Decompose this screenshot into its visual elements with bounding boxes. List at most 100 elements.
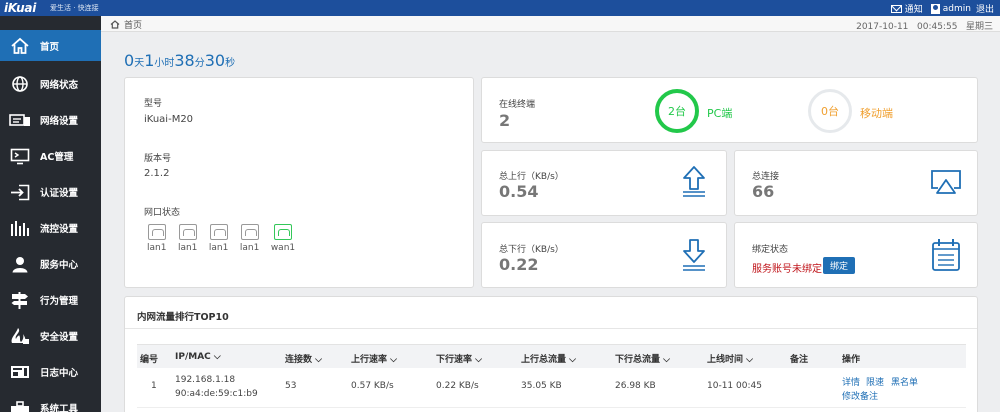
cell-connections: 53 <box>285 381 297 391</box>
binding-label: 绑定状态 <box>752 245 789 255</box>
uptime-minutes-unit: 分 <box>194 58 205 69</box>
download-icon <box>683 239 705 271</box>
port-label: lan1 <box>147 243 167 253</box>
globe-icon <box>0 75 40 93</box>
sidebar-item-label: 行为管理 <box>40 296 79 307</box>
username: admin <box>942 3 971 14</box>
sidebar-item-label: 服务中心 <box>40 260 79 271</box>
sidebar-item-network-status[interactable]: 网络状态 <box>0 66 101 102</box>
log-icon <box>0 364 40 380</box>
user-menu[interactable]: admin <box>930 3 971 14</box>
detail-link[interactable]: 详情 <box>842 375 860 388</box>
port-label: lan1 <box>208 243 229 253</box>
col-down-rate[interactable]: 下行速率 ⌵ <box>436 352 482 365</box>
cell-online-time: 10-11 00:45 <box>707 381 762 391</box>
logout-link[interactable]: 退出 <box>976 2 994 15</box>
sidebar-item-label: 流控设置 <box>40 224 79 235</box>
port-list: lan1 lan1 lan1 lan1 wan1 <box>147 224 303 253</box>
tools-icon <box>0 400 40 412</box>
sidebar-item-auth[interactable]: 认证设置 <box>0 174 101 210</box>
col-down-total-label: 下行总流量 <box>615 355 661 365</box>
monitor-icon <box>0 148 40 165</box>
uptime-hours: 1 <box>144 51 155 70</box>
upload-value: 0.54 <box>499 182 539 201</box>
sidebar-item-tools[interactable]: 系统工具 <box>0 390 101 412</box>
edit-remark-link[interactable]: 修改备注 <box>842 389 878 402</box>
pc-label: PC端 <box>707 107 733 120</box>
online-value: 2 <box>499 111 511 130</box>
breadcrumb-home[interactable]: 首页 <box>110 18 142 31</box>
cell-up-rate: 0.57 KB/s <box>351 381 394 391</box>
cell-ip: 192.168.1.18 <box>175 375 236 385</box>
mobile-label: 移动端 <box>860 107 893 120</box>
port-item: wan1 <box>271 224 295 253</box>
sidebar-item-ac[interactable]: AC管理 <box>0 138 101 174</box>
notice-label: 通知 <box>904 5 923 15</box>
col-remark: 备注 <box>790 355 809 365</box>
login-icon <box>0 184 40 201</box>
version-label: 版本号 <box>144 154 172 164</box>
bars-icon <box>0 220 40 236</box>
rate-limit-link[interactable]: 限速 <box>866 375 884 388</box>
pc-ring: 2台 <box>655 89 699 133</box>
port-label: wan1 <box>270 243 296 253</box>
online-terminals-card: 在线终端 2 2台 PC端 0台 移动端 <box>481 77 978 143</box>
mobile-count: 0台 <box>821 105 839 118</box>
sidebar-item-log[interactable]: 日志中心 <box>0 354 101 390</box>
port-item: lan1 <box>209 224 228 253</box>
mail-icon <box>890 4 902 13</box>
uptime-days: 0 <box>124 51 135 70</box>
sidebar-item-flow[interactable]: 流控设置 <box>0 210 101 246</box>
sidebar-item-label: 系统工具 <box>40 404 79 412</box>
sidebar-item-security[interactable]: 安全设置 <box>0 318 101 354</box>
sidebar-item-home[interactable]: 首页 <box>0 30 101 61</box>
online-label: 在线终端 <box>499 100 536 110</box>
traffic-title: 内网流量排行TOP10 <box>137 312 229 323</box>
breadcrumb: 首页 2017-10-11 00:45:55 星期三 <box>101 16 1000 32</box>
ethernet-port-icon <box>209 224 228 240</box>
fire-icon <box>0 327 40 345</box>
notice-link[interactable]: 通知 <box>890 2 923 15</box>
ethernet-port-icon <box>273 224 292 240</box>
chevron-down-icon: ⌵ <box>746 355 753 365</box>
col-up-rate[interactable]: 上行速率 ⌵ <box>351 352 397 365</box>
ethernet-port-icon <box>178 224 197 240</box>
binding-card: 绑定状态 服务账号未绑定 绑定 <box>734 222 978 288</box>
screencast-icon <box>931 170 961 194</box>
pc-count: 2台 <box>668 105 686 118</box>
download-label: 总下行（KB/s） <box>499 245 564 255</box>
blacklist-link[interactable]: 黑名单 <box>891 375 918 388</box>
col-up-total-label: 上行总流量 <box>521 355 567 365</box>
sidebar-item-label: 网络状态 <box>40 80 79 91</box>
uptime-days-unit: 天 <box>134 58 145 69</box>
uptime: 0天1小时38分30秒 <box>124 51 235 70</box>
slogan: 爱生活 · 快连接 <box>50 4 99 12</box>
sidebar-item-label: 日志中心 <box>40 368 79 379</box>
col-actions: 操作 <box>842 355 861 365</box>
col-down-total[interactable]: 下行总流量 ⌵ <box>615 352 670 365</box>
download-value: 0.22 <box>499 255 539 274</box>
calendar-icon <box>932 239 960 271</box>
download-card: 总下行（KB/s） 0.22 <box>481 222 727 288</box>
sidebar-item-behavior[interactable]: 行为管理 <box>0 282 101 318</box>
col-ip-mac[interactable]: IP/MAC ⌵ <box>175 352 221 362</box>
col-connections[interactable]: 连接数 ⌵ <box>285 352 322 365</box>
table-row: 1 192.168.1.18 90:a4:de:59:c1:b9 53 0.57… <box>137 368 966 408</box>
cell-mac: 90:a4:de:59:c1:b9 <box>175 389 258 399</box>
top-bar: iKuai 爱生活 · 快连接 通知 admin 退出 <box>0 0 1000 16</box>
signpost-icon <box>0 291 40 309</box>
upload-label: 总上行（KB/s） <box>499 172 564 182</box>
chevron-down-icon: ⌵ <box>663 355 670 365</box>
network-settings-icon <box>0 112 40 128</box>
ports-label: 网口状态 <box>144 208 181 218</box>
col-up-total[interactable]: 上行总流量 ⌵ <box>521 352 576 365</box>
sidebar-item-service[interactable]: 服务中心 <box>0 246 101 282</box>
chevron-down-icon: ⌵ <box>569 355 576 365</box>
mobile-ring: 0台 <box>808 89 852 133</box>
col-online-time[interactable]: 上线时间 ⌵ <box>707 352 753 365</box>
bind-button[interactable]: 绑定 <box>823 257 856 274</box>
sidebar-item-label: 网络设置 <box>40 116 79 127</box>
sidebar-item-label: 安全设置 <box>40 332 79 343</box>
sidebar-item-network-settings[interactable]: 网络设置 <box>0 102 101 138</box>
device-info-card: 型号 iKuai-M20 版本号 2.1.2 网口状态 lan1 lan1 la… <box>124 77 474 288</box>
